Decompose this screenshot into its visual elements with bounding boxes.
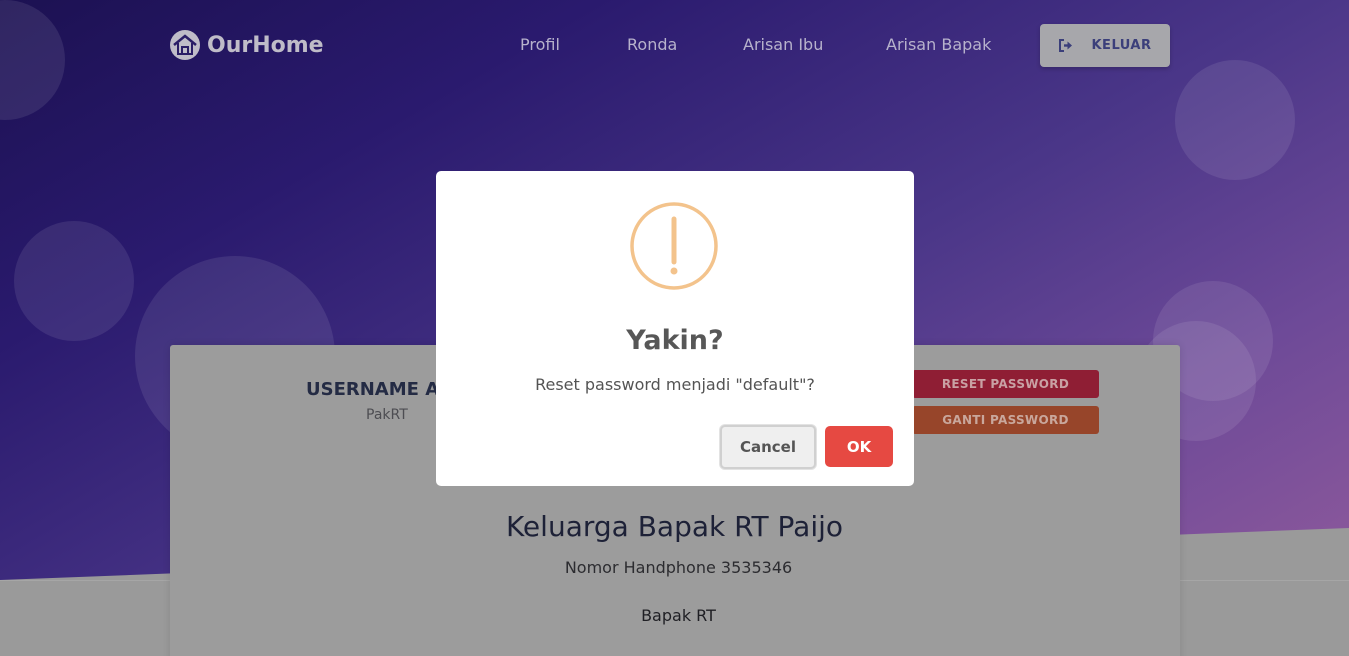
dialog-message: Reset password menjadi "default"? [535, 375, 815, 394]
cancel-button[interactable]: Cancel [720, 425, 816, 469]
app-screen: OurHome Profil Ronda Arisan Ibu Arisan B… [0, 0, 1349, 656]
confirm-dialog: Yakin? Reset password menjadi "default"?… [436, 171, 914, 486]
ok-button[interactable]: OK [825, 426, 893, 467]
dialog-title: Yakin? [626, 325, 724, 356]
warning-icon [630, 202, 718, 290]
